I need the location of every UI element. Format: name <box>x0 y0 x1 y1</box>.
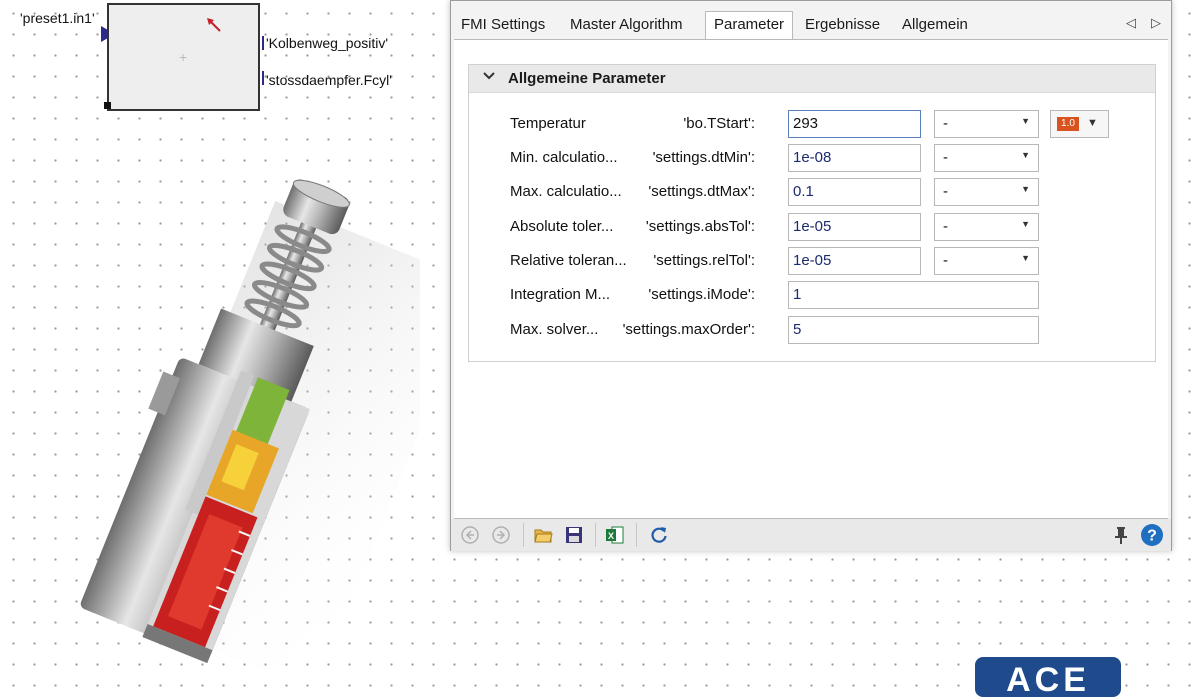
fmu-settings-dialog: FMI Settings Master Algorithm Parameter … <box>450 0 1172 551</box>
bottom-toolbar: X ? <box>451 519 1171 551</box>
parameter-name: Max. calculatio... <box>510 183 622 200</box>
unit-dropdown[interactable]: - ▼ <box>934 144 1039 172</box>
unit-value: - <box>943 218 948 235</box>
parameter-variable: 'settings.dtMax': <box>648 183 755 200</box>
help-icon[interactable]: ? <box>1140 523 1164 547</box>
maxorder-value-field[interactable]: 5 <box>788 316 1039 344</box>
tab-bar: FMI Settings Master Algorithm Parameter … <box>451 1 1171 41</box>
parameter-panel: Allgemeine Parameter Temperatur 'bo.TSta… <box>454 39 1168 519</box>
dropdown-arrow-icon: ▼ <box>1021 253 1030 263</box>
temperature-value-field[interactable]: 293 <box>788 110 921 138</box>
dropdown-arrow-icon: ▼ <box>1087 117 1098 129</box>
dropdown-arrow-icon: ▼ <box>1021 116 1030 126</box>
chevron-down-icon[interactable] <box>481 68 497 84</box>
tab-master-algorithm[interactable]: Master Algorithm <box>562 12 691 39</box>
forward-icon[interactable] <box>491 525 511 545</box>
dropdown-arrow-icon: ▼ <box>1021 184 1030 194</box>
parameter-row: Max. solver... 'settings.maxOrder': 5 <box>469 316 1155 344</box>
toolbar-separator <box>595 523 596 547</box>
output-port-1[interactable] <box>262 36 264 50</box>
parameter-variable: 'settings.maxOrder': <box>622 321 755 338</box>
parameter-variable: 'bo.TStart': <box>683 115 755 132</box>
dropdown-arrow-icon: ▼ <box>1021 150 1030 160</box>
ace-logo: ACE <box>975 657 1121 697</box>
tab-scroll-left-icon[interactable]: ◁ <box>1126 15 1136 31</box>
output-port-2[interactable] <box>262 71 264 85</box>
toolbar-separator <box>523 523 524 547</box>
save-icon[interactable] <box>564 525 584 545</box>
tab-ergebnisse[interactable]: Ergebnisse <box>797 12 888 39</box>
parameter-row: Min. calculatio... 'settings.dtMin': 1e-… <box>469 144 1155 172</box>
unit-value: - <box>943 149 948 166</box>
pin-icon[interactable] <box>1111 525 1131 545</box>
open-folder-icon[interactable] <box>533 525 553 545</box>
tab-parameter[interactable]: Parameter <box>705 11 794 41</box>
shock-absorber-illustration <box>80 179 420 676</box>
parameter-row: Temperatur 'bo.TStart': 293 - ▼ 1.0 ▼ <box>469 110 1155 138</box>
tab-allgemein[interactable]: Allgemein <box>894 12 976 39</box>
parameter-group: Allgemeine Parameter Temperatur 'bo.TSta… <box>468 64 1156 362</box>
parameter-row: Max. calculatio... 'settings.dtMax': 0.1… <box>469 178 1155 206</box>
fmu-block[interactable]: + <box>107 3 260 111</box>
cursor-arrow-icon <box>207 18 221 32</box>
reset-icon[interactable] <box>649 525 669 545</box>
toolbar-separator <box>636 523 637 547</box>
parameter-row: Absolute toler... 'settings.absTol': 1e-… <box>469 213 1155 241</box>
group-title: Allgemeine Parameter <box>508 70 666 87</box>
unit-dropdown[interactable]: - ▼ <box>934 110 1039 138</box>
abstol-value-field[interactable]: 1e-05 <box>788 213 921 241</box>
input-port-label: 'preset1.in1' <box>20 10 95 26</box>
format-dropdown[interactable]: 1.0 ▼ <box>1050 110 1109 138</box>
parameter-variable: 'settings.iMode': <box>648 286 755 303</box>
svg-text:?: ? <box>1147 528 1157 545</box>
tab-scroll-right-icon[interactable]: ▷ <box>1151 15 1161 31</box>
reltol-value-field[interactable]: 1e-05 <box>788 247 921 275</box>
unit-dropdown[interactable]: - ▼ <box>934 178 1039 206</box>
excel-icon[interactable]: X <box>605 525 625 545</box>
svg-text:X: X <box>608 531 614 541</box>
parameter-row: Integration M... 'settings.iMode': 1 <box>469 281 1155 309</box>
unit-value: - <box>943 115 948 132</box>
unit-value: - <box>943 183 948 200</box>
group-header[interactable]: Allgemeine Parameter <box>469 65 1155 93</box>
center-cross-icon: + <box>179 49 188 65</box>
parameter-name: Temperatur <box>510 115 586 132</box>
parameter-name: Max. solver... <box>510 321 599 338</box>
dtmin-value-field[interactable]: 1e-08 <box>788 144 921 172</box>
unit-dropdown[interactable]: - ▼ <box>934 213 1039 241</box>
output-label-2: 'stossdaempfer.Fcyl' <box>266 72 392 88</box>
parameter-row: Relative toleran... 'settings.relTol': 1… <box>469 247 1155 275</box>
dropdown-arrow-icon: ▼ <box>1021 219 1030 229</box>
output-label-1: 'Kolbenweg_positiv' <box>266 35 389 51</box>
back-icon[interactable] <box>460 525 480 545</box>
parameter-name: Absolute toler... <box>510 218 614 235</box>
tab-fmi-settings[interactable]: FMI Settings <box>453 12 553 39</box>
parameter-variable: 'settings.dtMin': <box>652 149 755 166</box>
parameter-name: Relative toleran... <box>510 252 627 269</box>
unit-value: - <box>943 252 948 269</box>
number-format-icon: 1.0 <box>1057 117 1079 131</box>
unit-dropdown[interactable]: - ▼ <box>934 247 1039 275</box>
parameter-variable: 'settings.relTol': <box>653 252 755 269</box>
parameter-name: Min. calculatio... <box>510 149 618 166</box>
dtmax-value-field[interactable]: 0.1 <box>788 178 921 206</box>
imode-value-field[interactable]: 1 <box>788 281 1039 309</box>
parameter-name: Integration M... <box>510 286 611 303</box>
parameter-variable: 'settings.absTol': <box>645 218 755 235</box>
output-port-square[interactable] <box>104 102 111 109</box>
